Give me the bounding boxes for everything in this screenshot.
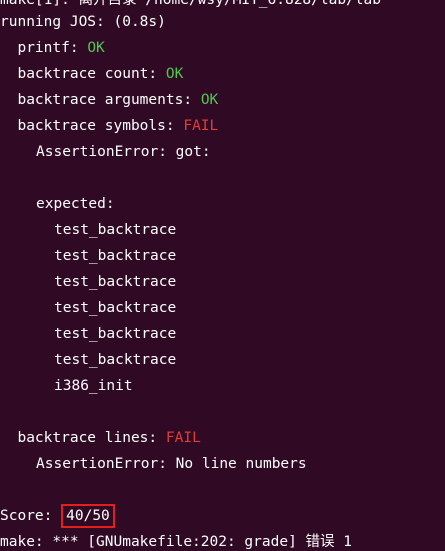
test-line-backtrace-arguments: backtrace arguments: OK (0, 87, 218, 113)
expected-item: test_backtrace (54, 222, 177, 238)
score-value: 40/50 (66, 508, 110, 524)
score-highlight-box: 40/50 (61, 504, 115, 528)
test-line-printf: printf: OK (0, 35, 105, 61)
status-fail: FAIL (183, 118, 219, 134)
test-name: printf: (17, 40, 79, 56)
test-line-backtrace-symbols: backtrace symbols: FAIL (0, 113, 218, 139)
running-line: running JOS: (0.8s) (0, 14, 166, 30)
status-ok: OK (200, 92, 219, 108)
score-line: Score: 40/50 (0, 503, 115, 529)
status-ok: OK (165, 66, 184, 82)
expected-item: test_backtrace (54, 248, 177, 264)
test-name: backtrace symbols: (17, 118, 175, 134)
status-ok: OK (87, 40, 105, 56)
assertion-error-line-numbers: AssertionError: No line numbers (36, 456, 307, 472)
expected-item: test_backtrace (54, 274, 177, 290)
status-fail: FAIL (165, 430, 201, 446)
terminal-window[interactable]: make[1]: 离开目录“/home/wsy/MIT_6.828/lab/la… (0, 0, 445, 551)
expected-item: test_backtrace (54, 300, 177, 316)
test-line-backtrace-lines: backtrace lines: FAIL (0, 425, 201, 451)
score-label: Score: (0, 508, 53, 524)
make-error-line: make: *** [GNUmakefile:202: grade] 错误 1 (0, 534, 353, 550)
expected-label: expected: (36, 196, 115, 212)
assertion-error-got: AssertionError: got: (36, 144, 211, 160)
expected-item: test_backtrace (54, 352, 177, 368)
test-line-backtrace-count: backtrace count: OK (0, 61, 183, 87)
test-name: backtrace arguments: (17, 92, 193, 108)
expected-item: i386_init (54, 378, 133, 394)
expected-item: test_backtrace (54, 326, 177, 342)
test-name: backtrace count: (17, 66, 158, 82)
test-name: backtrace lines: (17, 430, 158, 446)
